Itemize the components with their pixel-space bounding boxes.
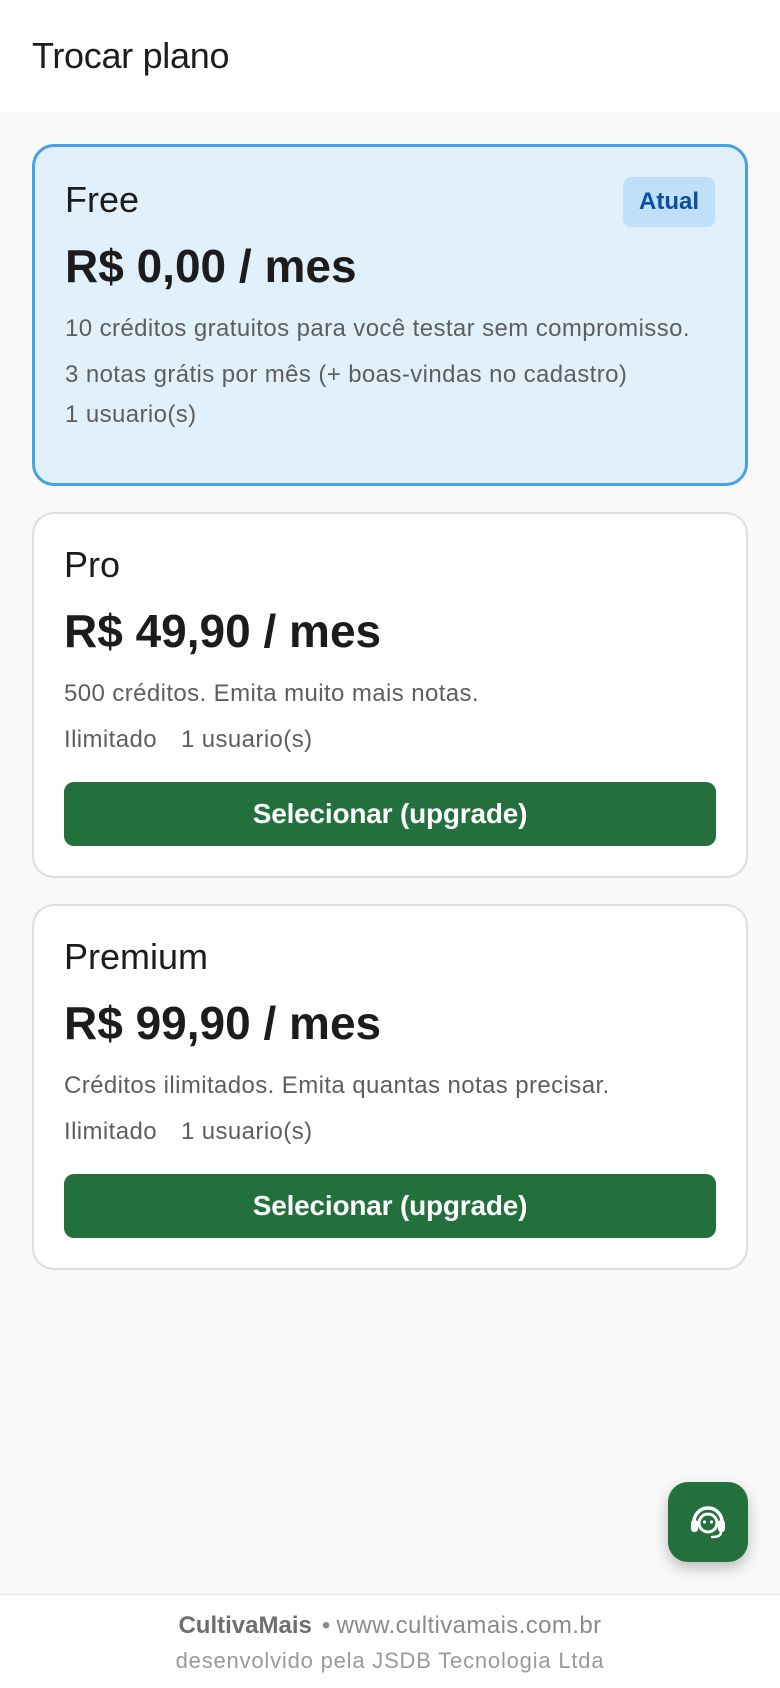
plan-limit: Ilimitado xyxy=(64,726,157,753)
plan-limit: Ilimitado xyxy=(64,1118,157,1145)
select-pro-button[interactable]: Selecionar (upgrade) xyxy=(64,782,716,846)
plan-card-pro: Pro R$ 49,90 / mes 500 créditos. Emita m… xyxy=(32,512,748,878)
plan-meta: 1 usuario(s) xyxy=(65,399,715,431)
support-fab-button[interactable] xyxy=(668,1482,748,1562)
plan-name: Free xyxy=(65,179,140,220)
plan-price: R$ 99,90 / mes xyxy=(64,997,382,1049)
plan-meta: Ilimitado 1 usuario(s) xyxy=(64,724,716,756)
plan-users: 1 usuario(s) xyxy=(65,401,197,428)
footer-developer: desenvolvido pela JSDB Tecnologia Ltda xyxy=(175,1648,605,1673)
plan-users: 1 usuario(s) xyxy=(180,1118,313,1145)
plan-name: Premium xyxy=(64,936,209,977)
plan-price: R$ 0,00 / mes xyxy=(65,240,357,292)
plan-description: 10 créditos gratuitos para você testar s… xyxy=(65,315,690,342)
plan-meta: Ilimitado 1 usuario(s) xyxy=(64,1116,716,1148)
footer-brand-line: CultivaMais • www.cultivamais.com.br xyxy=(0,1609,780,1643)
support-agent-icon xyxy=(686,1498,730,1547)
app-root: Trocar plano Free Atual R$ 0,00 / mes 10… xyxy=(0,0,780,1688)
plan-description: 500 créditos. Emita muito mais notas. xyxy=(64,680,479,707)
current-plan-badge: Atual xyxy=(623,177,715,227)
footer-separator: • xyxy=(321,1612,331,1639)
plan-card-premium: Premium R$ 99,90 / mes Créditos ilimitad… xyxy=(32,904,748,1270)
plan-extra-info: 3 notas grátis por mês (+ boas-vindas no… xyxy=(65,361,628,388)
select-premium-button[interactable]: Selecionar (upgrade) xyxy=(64,1174,716,1238)
plan-price: R$ 49,90 / mes xyxy=(64,605,382,657)
page-title: Trocar plano xyxy=(32,35,230,76)
footer: CultivaMais • www.cultivamais.com.br desen… xyxy=(0,1594,780,1688)
footer-brand: CultivaMais xyxy=(178,1612,312,1639)
footer-website-link[interactable]: www.cultivamais.com.br xyxy=(337,1612,602,1639)
plan-users: 1 usuario(s) xyxy=(180,726,313,753)
plan-name: Pro xyxy=(64,544,121,585)
plan-list: Free Atual R$ 0,00 / mes 10 créditos gra… xyxy=(0,112,780,1270)
top-app-bar: Trocar plano xyxy=(0,0,780,112)
plan-description: Créditos ilimitados. Emita quantas notas… xyxy=(64,1072,610,1099)
plan-card-free: Free Atual R$ 0,00 / mes 10 créditos gra… xyxy=(32,144,748,486)
